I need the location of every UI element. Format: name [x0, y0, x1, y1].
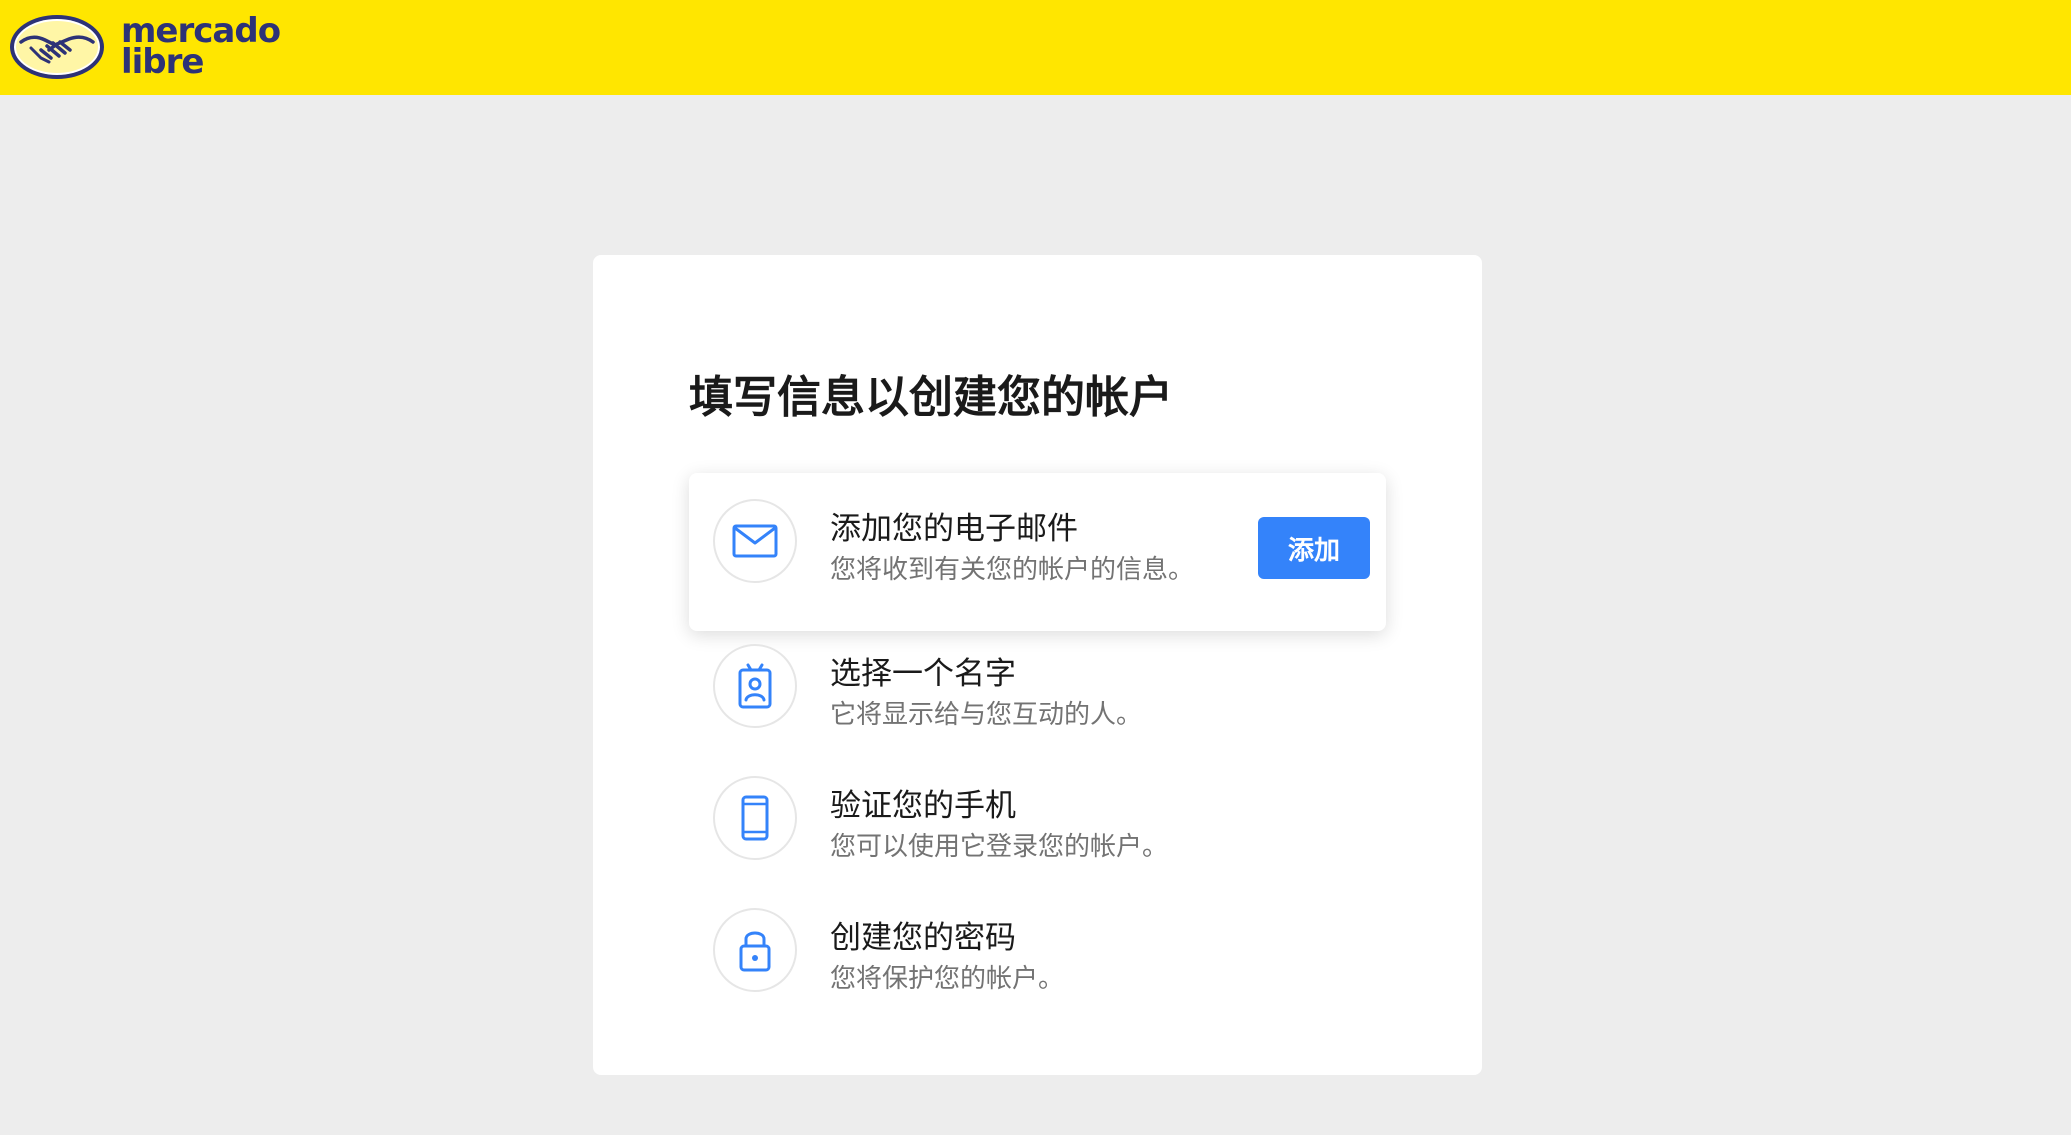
step-subtitle: 您将保护您的帐户。 — [830, 964, 1065, 994]
step-subtitle: 您可以使用它登录您的帐户。 — [830, 832, 1169, 862]
logo-wordmark: mercado libre — [121, 14, 281, 82]
step-icon-circle — [713, 776, 797, 860]
step-title: 创建您的密码 — [830, 920, 1016, 956]
page-title: 填写信息以创建您的帐户 — [689, 372, 1173, 423]
step-title: 添加您的电子邮件 — [830, 511, 1078, 547]
step-icon-circle — [713, 499, 797, 583]
mail-icon — [732, 524, 778, 558]
phone-icon — [741, 795, 769, 841]
handshake-logo-icon — [10, 15, 104, 79]
step-title: 验证您的手机 — [830, 788, 1016, 824]
step-text: 添加您的电子邮件 您将收到有关您的帐户的信息。 — [830, 509, 1194, 587]
id-badge-icon — [738, 663, 772, 709]
logo-text-line2: libre — [121, 42, 204, 82]
step-subtitle: 您将收到有关您的帐户的信息。 — [830, 555, 1195, 585]
step-add-email[interactable]: 添加您的电子邮件 您将收到有关您的帐户的信息。 添加 — [689, 473, 1386, 631]
step-icon-circle — [713, 644, 797, 728]
top-header: mercado libre — [0, 0, 2071, 95]
step-icon-circle — [713, 908, 797, 992]
step-create-password[interactable]: 创建您的密码 您将保护您的帐户。 — [689, 882, 1386, 1040]
mercado-libre-logo[interactable]: mercado libre — [7, 12, 281, 82]
step-text: 选择一个名字 它将显示给与您互动的人。 — [830, 654, 1142, 732]
registration-card: 填写信息以创建您的帐户 添加您的电子邮件 您将收到有关您的帐户的信息。 添加 选… — [593, 255, 1482, 1075]
add-email-button[interactable]: 添加 — [1258, 517, 1370, 579]
step-text: 验证您的手机 您可以使用它登录您的帐户。 — [830, 786, 1168, 864]
lock-icon — [739, 931, 771, 972]
step-text: 创建您的密码 您将保护您的帐户。 — [830, 918, 1064, 996]
step-title: 选择一个名字 — [830, 656, 1016, 692]
step-subtitle: 它将显示给与您互动的人。 — [830, 700, 1143, 730]
